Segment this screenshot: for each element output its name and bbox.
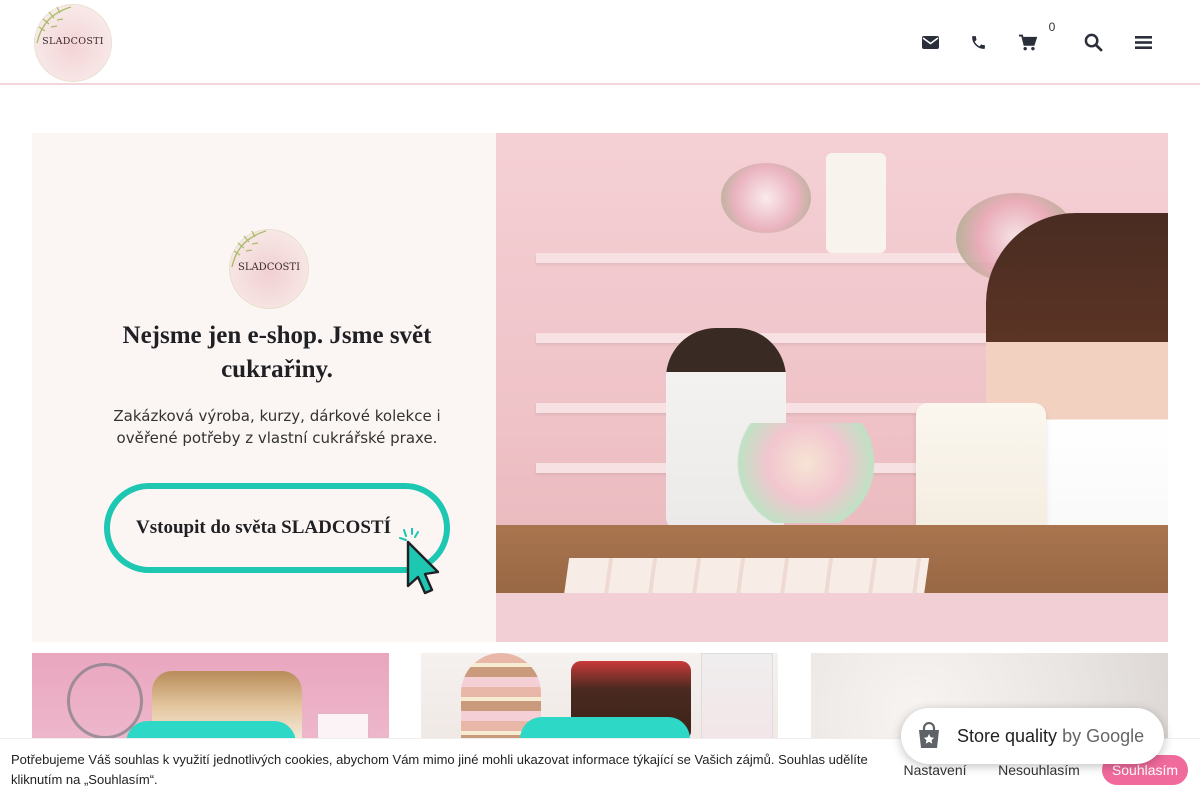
- hero-photo-bakery: [496, 133, 1168, 642]
- cookie-text: Potřebujeme Váš souhlas k využití jednot…: [11, 752, 868, 787]
- site-logo[interactable]: SLADCOSTI: [34, 4, 112, 82]
- mail-icon[interactable]: [920, 30, 940, 54]
- cart-count-badge: 0: [1048, 20, 1056, 34]
- hero-banner[interactable]: SLADCOSTI Nejsme jen e-shop. Jsme svět c…: [32, 133, 1168, 642]
- cart-icon[interactable]: [1016, 30, 1038, 54]
- hero-text-panel: SLADCOSTI Nejsme jen e-shop. Jsme svět c…: [32, 133, 496, 642]
- store-quality-badge[interactable]: Store quality by Google: [901, 708, 1164, 764]
- badge-text: Store quality by Google: [957, 726, 1144, 747]
- cake: [916, 403, 1046, 533]
- search-icon[interactable]: [1082, 30, 1104, 54]
- cupcake-stand: [731, 423, 881, 523]
- hero-subtitle: Zakázková výroba, kurzy, dárkové kolekce…: [113, 407, 441, 447]
- phone-icon[interactable]: [968, 30, 988, 54]
- badge-by: by Google: [1062, 725, 1145, 746]
- cake-decoration: [826, 153, 886, 253]
- hero-logo: SLADCOSTI: [229, 229, 309, 309]
- hero-logo-text: SLADCOSTI: [237, 262, 301, 273]
- logo-text: SLADCOSTI: [42, 36, 104, 47]
- flower-bouquet: [721, 163, 811, 233]
- cursor-pointer-icon: [399, 528, 440, 595]
- menu-icon[interactable]: [1133, 30, 1153, 54]
- hero-cta-label: Vstoupit do světa SLADCOSTÍ: [136, 517, 391, 538]
- hero-title: Nejsme jen e-shop. Jsme svět cukrařiny.: [122, 322, 432, 383]
- shopping-bag-icon: [919, 722, 939, 748]
- site-header: SLADCOSTI 0: [0, 0, 1200, 85]
- counter-front: [496, 593, 1168, 642]
- badge-label: Store quality: [957, 725, 1058, 746]
- shelf: [536, 253, 1006, 263]
